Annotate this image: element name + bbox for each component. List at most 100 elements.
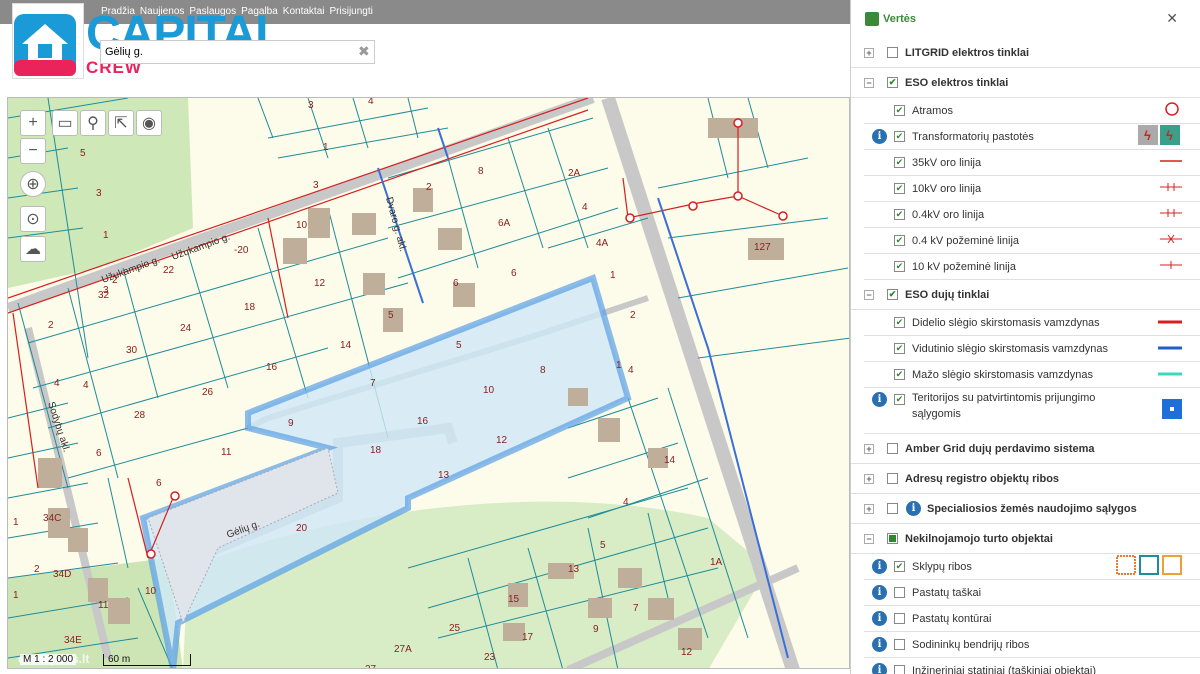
parcel-label: 12 <box>314 278 326 289</box>
layer-row[interactable]: ✔ Didelio slėgio skirstomasis vamzdynas <box>864 310 1200 336</box>
layer-row[interactable]: ✔ Atramos <box>864 98 1200 124</box>
layer-row[interactable]: i Pastatų kontūrai <box>864 606 1200 632</box>
layer-checkbox[interactable]: ✔ <box>894 317 905 328</box>
parcel-label: 26 <box>202 387 214 398</box>
layer-checkbox[interactable] <box>887 473 898 484</box>
legend-symbol-icon <box>1162 101 1182 120</box>
parcel-label: 3 <box>103 285 109 296</box>
expand-icon[interactable]: + <box>864 503 874 514</box>
layer-label: Didelio slėgio skirstomasis vamzdynas <box>912 316 1100 329</box>
layer-checkbox[interactable]: ✔ <box>894 131 905 142</box>
parcel-label: 6 <box>453 278 459 289</box>
parcel-label: 34E <box>64 635 82 646</box>
info-icon[interactable]: i <box>872 611 887 626</box>
layers-panel: Vertės ✕ + LITGRID elektros tinklai − ✔ ESO … <box>850 0 1200 674</box>
layer-list: + LITGRID elektros tinklai − ✔ ESO elektros … <box>851 38 1200 674</box>
layer-group-row[interactable]: + LITGRID elektros tinklai <box>851 38 1200 68</box>
layer-checkbox[interactable] <box>887 533 898 544</box>
layer-checkbox[interactable]: ✔ <box>894 157 905 168</box>
parcel-label: 4 <box>368 98 374 107</box>
layer-group-row[interactable]: − Nekilnojamojo turto objektai <box>851 524 1200 554</box>
layer-row[interactable]: ✔ 10kV oro linija <box>864 176 1200 202</box>
map-canvas[interactable]: Užukampio g. Užukampio g. Dvaro g. akl. … <box>7 97 850 669</box>
layer-group-row[interactable]: + Adresų registro objektų ribos <box>851 464 1200 494</box>
layer-checkbox[interactable] <box>894 587 905 598</box>
layer-checkbox[interactable]: ✔ <box>894 183 905 194</box>
layer-label: Mažo slėgio skirstomasis vamzdynas <box>912 368 1093 381</box>
layer-row[interactable]: i ✔ Sklypų ribos <box>864 554 1200 580</box>
info-icon[interactable]: i <box>872 663 887 674</box>
info-icon[interactable]: i <box>872 559 887 574</box>
parcel-label: 7 <box>370 378 376 389</box>
layer-row[interactable]: i ✔ Teritorijos su patvirtintomis prijungi… <box>864 388 1200 434</box>
layer-checkbox[interactable]: ✔ <box>887 77 898 88</box>
layer-checkbox[interactable]: ✔ <box>887 289 898 300</box>
layer-checkbox[interactable] <box>887 443 898 454</box>
target-button[interactable]: ◉ <box>136 110 162 136</box>
info-icon[interactable]: i <box>872 129 887 144</box>
parcel-label: 1A <box>710 557 723 568</box>
legend-symbol-icon <box>1160 156 1182 169</box>
locate-me-button[interactable]: ⊙ <box>20 206 46 232</box>
pin-icon[interactable]: ✕ <box>1166 10 1178 27</box>
map-scale-label: M 1 : 2 000 <box>20 654 77 665</box>
layer-checkbox[interactable]: ✔ <box>894 561 905 572</box>
location-pin-button[interactable]: ⚲ <box>80 110 106 136</box>
layer-row[interactable]: i Inžineriniai statiniai (taškiniai objek… <box>864 658 1200 674</box>
layer-checkbox[interactable] <box>887 503 898 514</box>
compass-button[interactable]: ⊕ <box>20 171 46 197</box>
info-icon[interactable]: i <box>872 585 887 600</box>
layer-label: Pastatų kontūrai <box>912 612 992 625</box>
layer-checkbox[interactable]: ✔ <box>894 235 905 246</box>
layer-row[interactable]: ✔ 0.4 kV požeminė linija <box>864 228 1200 254</box>
collapse-icon[interactable]: − <box>864 289 874 300</box>
info-icon[interactable]: i <box>872 637 887 652</box>
info-icon[interactable]: i <box>906 501 921 516</box>
layer-checkbox[interactable]: ✔ <box>894 343 905 354</box>
layer-checkbox[interactable] <box>894 613 905 624</box>
layer-row[interactable]: ✔ 35kV oro linija <box>864 150 1200 176</box>
collapse-icon[interactable]: − <box>864 77 874 88</box>
layer-checkbox[interactable]: ✔ <box>894 394 905 405</box>
clear-search-icon[interactable]: ✖ <box>358 43 370 60</box>
layer-checkbox[interactable]: ✔ <box>894 209 905 220</box>
parcel-label: 8 <box>478 166 484 177</box>
parcel-label: 20 <box>296 523 308 534</box>
measure-tool-button[interactable]: ▭ <box>52 110 78 136</box>
layer-row[interactable]: ✔ 10 kV požeminė linija <box>864 254 1200 280</box>
layer-row[interactable]: ✔ Vidutinio slėgio skirstomasis vamzdynas <box>864 336 1200 362</box>
collapse-icon[interactable]: − <box>864 533 874 544</box>
zoom-in-button[interactable]: + <box>20 110 46 136</box>
layer-checkbox[interactable] <box>894 665 905 674</box>
layer-group-row[interactable]: + Amber Grid dujų perdavimo sistema <box>851 434 1200 464</box>
layer-row[interactable]: i Sodininkų bendrijų ribos <box>864 632 1200 658</box>
export-button[interactable]: ⇱ <box>108 110 134 136</box>
parcel-label: 34D <box>53 569 71 580</box>
nav-contacts[interactable]: Kontaktai <box>283 6 325 17</box>
layer-row[interactable]: i Pastatų taškai <box>864 580 1200 606</box>
layer-checkbox[interactable]: ✔ <box>894 105 905 116</box>
layer-checkbox[interactable] <box>887 47 898 58</box>
expand-icon[interactable]: + <box>864 47 874 58</box>
parcel-label: 16 <box>417 416 429 427</box>
layer-checkbox[interactable]: ✔ <box>894 261 905 272</box>
layer-group-row[interactable]: − ✔ ESO dujų tinklai <box>851 280 1200 310</box>
nav-login[interactable]: Prisijungti <box>330 6 373 17</box>
layer-row[interactable]: i ✔ Transformatorių pastotės ϟ ϟ <box>864 124 1200 150</box>
layer-row[interactable]: ✔ 0.4kV oro linija <box>864 202 1200 228</box>
layer-checkbox[interactable] <box>894 639 905 650</box>
zoom-out-button[interactable]: − <box>20 138 46 164</box>
parcel-label: 2 <box>34 564 40 575</box>
draw-area-button[interactable]: ☁ <box>20 236 46 262</box>
layer-group-row[interactable]: − ✔ ESO elektros tinklai <box>851 68 1200 98</box>
layer-label: Nekilnojamojo turto objektai <box>905 532 1053 545</box>
expand-icon[interactable]: + <box>864 473 874 484</box>
layer-row[interactable]: ✔ Mažo slėgio skirstomasis vamzdynas <box>864 362 1200 388</box>
layer-group-row[interactable]: + i Specialiosios žemės naudojimo sąlygos <box>851 494 1200 524</box>
expand-icon[interactable]: + <box>864 443 874 454</box>
parcel-label: 127 <box>754 242 771 253</box>
layer-checkbox[interactable]: ✔ <box>894 369 905 380</box>
address-search-input[interactable] <box>100 40 375 64</box>
info-icon[interactable]: i <box>872 392 887 407</box>
map-layer[interactable]: Užukampio g. Užukampio g. Dvaro g. akl. … <box>8 98 850 669</box>
